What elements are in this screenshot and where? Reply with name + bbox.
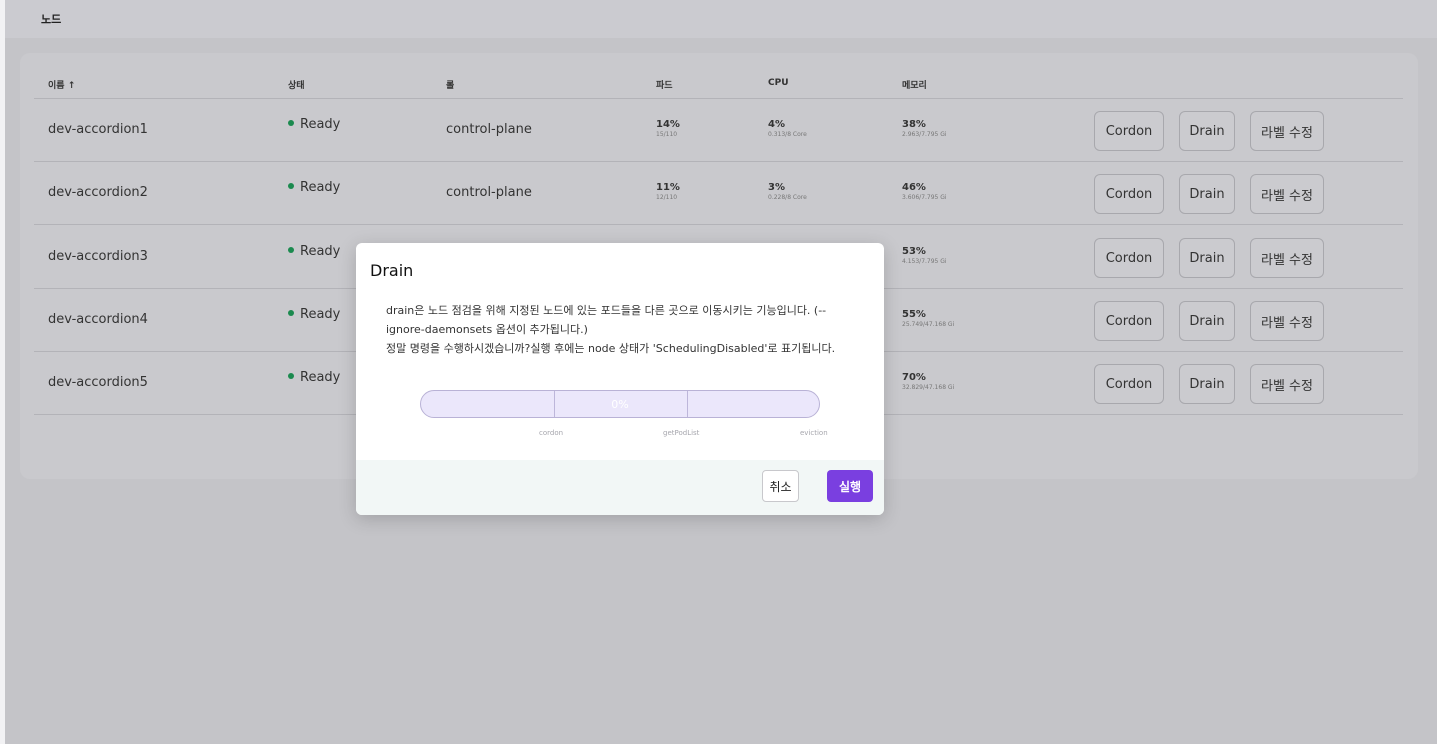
drain-progress-bar: 0% — [420, 390, 820, 418]
progress-percent: 0% — [611, 398, 629, 411]
edit-label-button[interactable]: 라벨 수정 — [1250, 301, 1324, 341]
memory-usage: 46% 3.606/7.795 Gi — [902, 182, 947, 201]
node-role: control-plane — [446, 185, 532, 200]
dialog-message-line: ignore-daemonsets 옵션이 추가됩니다.) — [386, 323, 588, 336]
cancel-button[interactable]: 취소 — [762, 470, 799, 502]
pod-usage-percent: 14% — [656, 119, 680, 130]
status-text: Ready — [300, 307, 341, 322]
memory-usage-detail: 32.829/47.168 Gi — [902, 384, 955, 391]
column-header-status[interactable]: 상태 — [288, 78, 305, 91]
node-name: dev-accordion1 — [48, 122, 148, 137]
memory-usage-percent: 38% — [902, 119, 926, 130]
node-status: Ready — [288, 370, 340, 385]
memory-usage: 53% 4.153/7.795 Gi — [902, 246, 947, 265]
drain-button[interactable]: Drain — [1179, 301, 1235, 341]
memory-usage: 70% 32.829/47.168 Gi — [902, 372, 954, 391]
column-header-role[interactable]: 롤 — [446, 78, 454, 91]
node-status: Ready — [288, 117, 340, 132]
pod-usage: 14% 15/110 — [656, 119, 680, 138]
memory-usage-detail: 3.606/7.795 Gi — [902, 194, 947, 201]
node-role: control-plane — [446, 122, 532, 137]
cpu-usage: 4% 0.313/8 Core — [768, 119, 807, 138]
cordon-button[interactable]: Cordon — [1094, 301, 1164, 341]
memory-usage-percent: 46% — [902, 182, 926, 193]
table-row: dev-accordion2 Ready control-plane 11% 12/11… — [34, 162, 1403, 225]
node-name: dev-accordion5 — [48, 375, 148, 390]
cpu-usage: 3% 0.228/8 Core — [768, 182, 807, 201]
column-header-cpu[interactable]: CPU — [768, 78, 789, 88]
edit-label-button[interactable]: 라벨 수정 — [1250, 364, 1324, 404]
cordon-button[interactable]: Cordon — [1094, 111, 1164, 151]
sort-arrow-up-icon: ↑ — [67, 81, 76, 91]
header-bar: 노드 — [5, 0, 1437, 38]
cpu-usage-detail: 0.228/8 Core — [768, 194, 807, 201]
status-text: Ready — [300, 117, 341, 132]
run-button[interactable]: 실행 — [827, 470, 873, 502]
node-status: Ready — [288, 180, 340, 195]
memory-usage-detail: 25.749/47.168 Gi — [902, 321, 955, 328]
status-text: Ready — [300, 180, 341, 195]
ready-status-dot-icon — [288, 309, 294, 316]
drain-button[interactable]: Drain — [1179, 238, 1235, 278]
memory-usage-percent: 70% — [902, 372, 926, 383]
dialog-message-line: drain은 노드 점검을 위해 지정된 노드에 있는 포드들을 다른 곳으로 … — [386, 304, 827, 317]
node-status: Ready — [288, 244, 340, 259]
cpu-usage-percent: 4% — [768, 119, 785, 130]
step-label-cordon: cordon — [539, 429, 564, 437]
memory-usage: 55% 25.749/47.168 Gi — [902, 309, 954, 328]
memory-usage-percent: 53% — [902, 246, 926, 257]
cordon-button[interactable]: Cordon — [1094, 364, 1164, 404]
edit-label-button[interactable]: 라벨 수정 — [1250, 174, 1324, 214]
ready-status-dot-icon — [288, 182, 294, 189]
dialog-message-line: 정말 명령을 수행하시겠습니까?실행 후에는 node 상태가 'Schedul… — [386, 342, 836, 355]
dialog-footer: 취소 실행 — [356, 460, 884, 515]
pod-usage-detail: 15/110 — [656, 131, 678, 138]
page-title: 노드 — [41, 13, 62, 26]
node-name: dev-accordion4 — [48, 312, 148, 327]
step-label-getpodlist: getPodList — [663, 429, 700, 437]
cordon-button[interactable]: Cordon — [1094, 174, 1164, 214]
cpu-usage-detail: 0.313/8 Core — [768, 131, 807, 138]
left-edge-strip — [0, 0, 5, 744]
table-header: 이름 ↑ 상태 롤 파드 CPU 메모리 — [34, 71, 1403, 99]
node-name: dev-accordion2 — [48, 185, 148, 200]
cpu-usage-percent: 3% — [768, 182, 785, 193]
edit-label-button[interactable]: 라벨 수정 — [1250, 238, 1324, 278]
ready-status-dot-icon — [288, 246, 294, 253]
table-row: dev-accordion1 Ready control-plane 14% 15/11… — [34, 99, 1403, 162]
dialog-title: Drain — [370, 261, 414, 280]
node-status: Ready — [288, 307, 340, 322]
pod-usage-percent: 11% — [656, 182, 680, 193]
column-header-name[interactable]: 이름 ↑ — [48, 78, 75, 91]
dialog-message: drain은 노드 점검을 위해 지정된 노드에 있는 포드들을 다른 곳으로 … — [386, 301, 876, 358]
drain-button[interactable]: Drain — [1179, 174, 1235, 214]
step-label-eviction: eviction — [800, 429, 828, 437]
memory-usage-detail: 4.153/7.795 Gi — [902, 258, 947, 265]
drain-button[interactable]: Drain — [1179, 111, 1235, 151]
column-header-memory[interactable]: 메모리 — [902, 78, 927, 91]
status-text: Ready — [300, 370, 341, 385]
ready-status-dot-icon — [288, 372, 294, 379]
column-header-pods[interactable]: 파드 — [656, 78, 673, 91]
pod-usage: 11% 12/110 — [656, 182, 680, 201]
node-name: dev-accordion3 — [48, 249, 148, 264]
drain-dialog: Drain drain은 노드 점검을 위해 지정된 노드에 있는 포드들을 다… — [356, 243, 884, 515]
memory-usage-percent: 55% — [902, 309, 926, 320]
cordon-button[interactable]: Cordon — [1094, 238, 1164, 278]
drain-button[interactable]: Drain — [1179, 364, 1235, 404]
memory-usage-detail: 2.963/7.795 Gi — [902, 131, 947, 138]
ready-status-dot-icon — [288, 119, 294, 126]
status-text: Ready — [300, 244, 341, 259]
edit-label-button[interactable]: 라벨 수정 — [1250, 111, 1324, 151]
memory-usage: 38% 2.963/7.795 Gi — [902, 119, 947, 138]
pod-usage-detail: 12/110 — [656, 194, 678, 201]
